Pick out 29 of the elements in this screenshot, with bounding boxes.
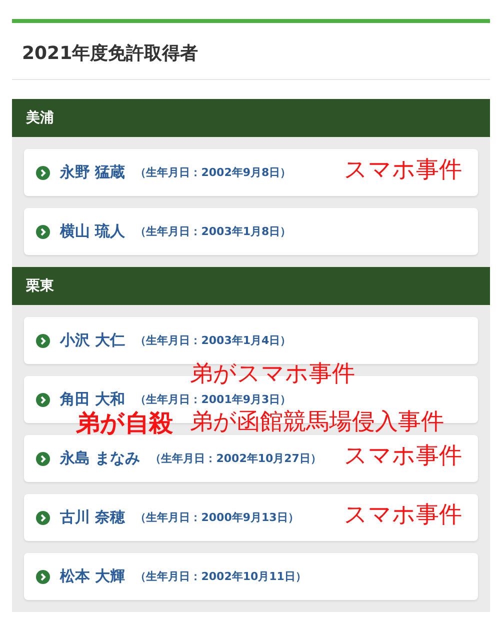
birth-date: （生年月日：2002年9月8日） (135, 165, 292, 180)
birth-date: （生年月日：2003年1月4日） (135, 333, 292, 348)
chevron-icon (36, 570, 50, 584)
birth-date: （生年月日：2003年1月8日） (135, 224, 292, 239)
page-title: 2021年度免許取得者 (21, 42, 200, 66)
person-name: 松本 大輝 (60, 567, 126, 586)
annotation-text: スマホ事件 (344, 503, 462, 528)
person-card[interactable]: 横山 琉人 （生年月日：2003年1月8日） (24, 208, 478, 255)
person-name: 永野 猛蔵 (60, 163, 126, 182)
birth-date: （生年月日：2000年9月13日） (135, 510, 299, 525)
person-name: 永島 まなみ (60, 449, 140, 468)
annotation-text: スマホ事件 (344, 444, 462, 470)
birth-date: （生年月日：2002年10月27日） (150, 451, 322, 466)
annotation-text: スマホ事件 (344, 158, 462, 184)
person-card[interactable]: 松本 大輝 （生年月日：2002年10月11日） (24, 553, 478, 600)
person-name: 古川 奈穂 (60, 508, 126, 527)
birth-date: （生年月日：2001年9月3日） (135, 392, 292, 407)
person-name: 横山 琉人 (60, 222, 126, 241)
birth-date: （生年月日：2002年10月11日） (135, 569, 306, 584)
chevron-icon (36, 224, 50, 238)
chevron-icon (36, 166, 50, 180)
chevron-icon (36, 392, 50, 406)
chevron-icon (36, 334, 50, 348)
person-name: 角田 大和 (60, 390, 126, 409)
chevron-icon (36, 510, 50, 524)
section-header: 美浦 (12, 99, 490, 137)
chevron-icon (36, 452, 50, 466)
person-name: 小沢 大仁 (60, 331, 126, 350)
section-header: 栗東 (12, 267, 490, 305)
